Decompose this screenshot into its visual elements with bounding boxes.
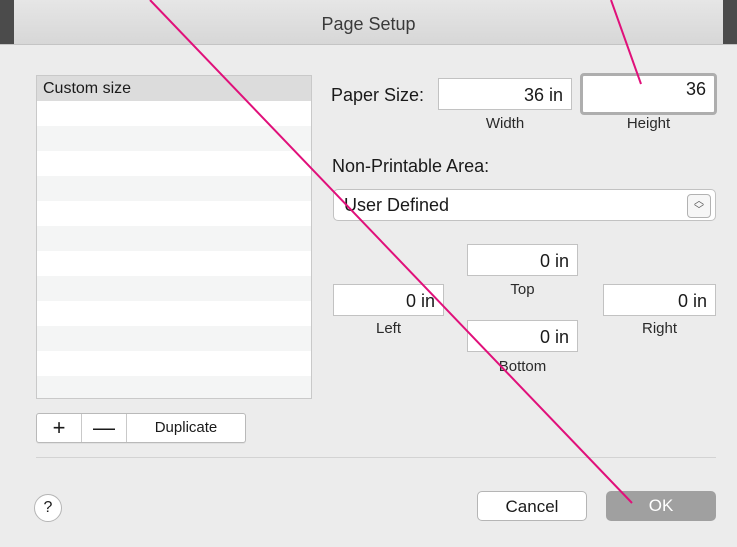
top-caption: Top [510, 281, 535, 298]
title-bar: Page Setup [0, 0, 737, 45]
height-caption: Height [626, 115, 671, 132]
list-empty-row [37, 276, 311, 301]
list-empty-row [37, 301, 311, 326]
list-item[interactable]: Custom size [37, 76, 311, 101]
cancel-button[interactable]: Cancel [477, 491, 587, 521]
list-empty-row [37, 376, 311, 398]
top-margin-field[interactable]: 0 in [467, 244, 578, 276]
bottom-margin-field[interactable]: 0 in [467, 320, 578, 352]
list-button-bar: + — Duplicate [36, 413, 246, 443]
add-button[interactable]: + [37, 414, 82, 442]
left-caption: Left [375, 320, 402, 337]
duplicate-button[interactable]: Duplicate [127, 414, 245, 442]
paper-height-field[interactable]: 36 [580, 73, 717, 115]
list-empty-row [37, 126, 311, 151]
list-empty-row [37, 201, 311, 226]
list-empty-row [37, 251, 311, 276]
list-empty-row [37, 226, 311, 251]
non-printable-area-select[interactable]: User Defined ︿ ﹀ [333, 189, 716, 221]
right-caption: Right [641, 320, 678, 337]
list-empty-row [37, 101, 311, 126]
width-caption: Width [485, 115, 525, 132]
right-margin-field[interactable]: 0 in [603, 284, 716, 316]
select-value: User Defined [344, 195, 450, 215]
bottom-caption: Bottom [498, 358, 547, 375]
footer-divider [36, 457, 716, 458]
paper-size-list[interactable]: Custom size [36, 75, 312, 399]
chevron-updown-icon: ︿ ﹀ [687, 194, 711, 218]
help-button[interactable]: ? [34, 494, 62, 522]
left-margin-field[interactable]: 0 in [333, 284, 444, 316]
paper-width-field[interactable]: 36 in [438, 78, 572, 110]
non-printable-area-label: Non-Printable Area: [332, 156, 490, 176]
window-title: Page Setup [321, 14, 416, 34]
ok-button[interactable]: OK [606, 491, 716, 521]
list-empty-row [37, 326, 311, 351]
remove-button[interactable]: — [82, 414, 127, 442]
list-empty-row [37, 151, 311, 176]
list-empty-row [37, 351, 311, 376]
paper-size-label: Paper Size: [331, 85, 425, 105]
list-empty-row [37, 176, 311, 201]
